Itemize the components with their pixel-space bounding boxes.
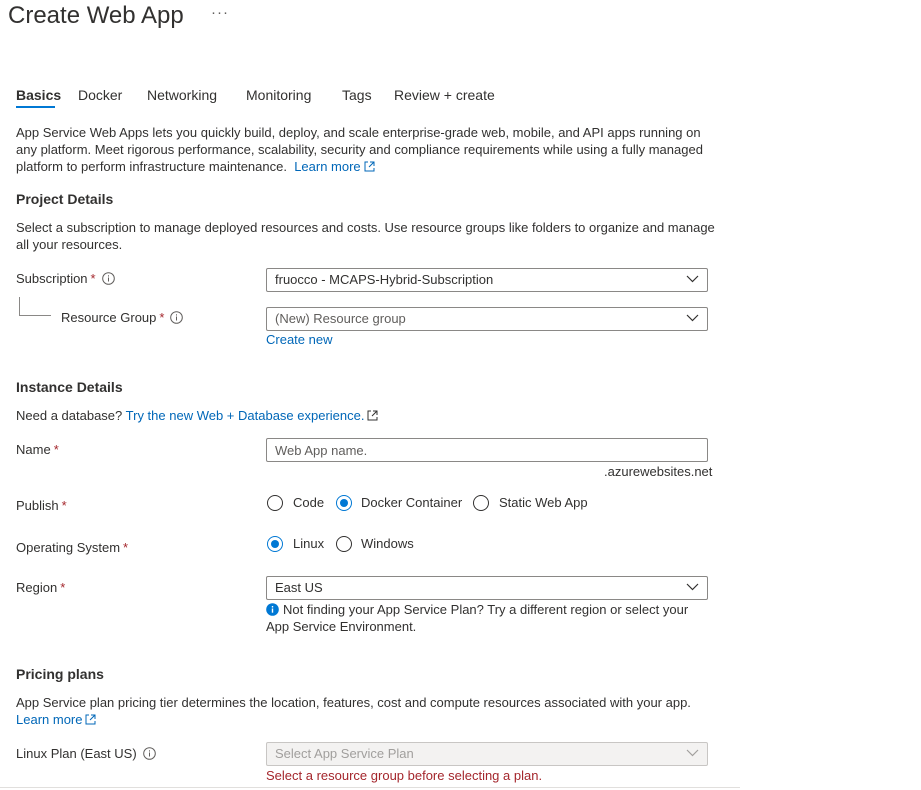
more-options-icon[interactable]: ···	[211, 4, 229, 21]
plan-error-message: Select a resource group before selecting…	[266, 768, 543, 783]
required-marker: *	[61, 498, 67, 513]
chevron-down-icon	[686, 314, 699, 322]
info-icon[interactable]	[170, 311, 184, 324]
publish-static-label[interactable]: Static Web App	[499, 495, 588, 510]
os-windows-label[interactable]: Windows	[361, 536, 414, 551]
region-info-text: Not finding your App Service Plan? Try a…	[266, 602, 689, 634]
region-value: East US	[275, 580, 323, 595]
required-marker: *	[123, 540, 129, 555]
required-marker: *	[90, 271, 96, 286]
subscription-value: fruocco - MCAPS-Hybrid-Subscription	[275, 272, 494, 287]
resource-group-dropdown[interactable]: (New) Resource group	[266, 307, 708, 331]
os-label-text: Operating System	[16, 540, 121, 555]
required-marker: *	[60, 580, 66, 595]
project-details-heading: Project Details	[16, 191, 114, 207]
info-filled-icon	[266, 603, 279, 616]
info-icon[interactable]	[101, 272, 115, 285]
tab-monitoring[interactable]: Monitoring	[246, 87, 311, 103]
tab-networking[interactable]: Networking	[147, 87, 217, 103]
region-label: Region *	[16, 580, 65, 595]
required-marker: *	[159, 310, 165, 325]
publish-docker-label[interactable]: Docker Container	[361, 495, 462, 510]
web-database-link[interactable]: Try the new Web + Database experience.	[126, 408, 379, 423]
resource-group-value: (New) Resource group	[275, 311, 406, 326]
pricing-learn-more-label: Learn more	[16, 712, 83, 727]
publish-static-radio[interactable]	[473, 495, 489, 511]
chevron-down-icon	[686, 749, 699, 757]
domain-suffix: .azurewebsites.net	[604, 464, 713, 479]
chevron-down-icon	[686, 583, 699, 591]
pricing-description-text: App Service plan pricing tier determines…	[16, 695, 691, 710]
create-new-resource-group-link[interactable]: Create new	[266, 332, 332, 347]
pricing-description: App Service plan pricing tier determines…	[16, 694, 716, 728]
tab-basics[interactable]: Basics	[16, 87, 61, 103]
info-icon[interactable]	[142, 747, 156, 760]
app-service-plan-value: Select App Service Plan	[275, 746, 414, 761]
os-windows-radio[interactable]	[336, 536, 352, 552]
bottom-divider	[0, 787, 740, 788]
resource-group-label: Resource Group *	[61, 310, 184, 325]
database-prompt-text: Need a database?	[16, 408, 123, 423]
name-label-text: Name	[16, 442, 51, 457]
chevron-down-icon	[686, 275, 699, 283]
active-tab-indicator	[16, 106, 55, 108]
page-title: Create Web App	[8, 2, 184, 29]
database-prompt: Need a database? Try the new Web + Datab…	[16, 407, 716, 424]
tab-tags[interactable]: Tags	[342, 87, 372, 103]
pricing-learn-more-link[interactable]: Learn more	[16, 712, 96, 727]
os-linux-radio[interactable]	[267, 536, 283, 552]
resource-group-label-text: Resource Group	[61, 310, 157, 325]
required-marker: *	[53, 442, 59, 457]
instance-details-heading: Instance Details	[16, 379, 123, 395]
external-link-icon	[364, 161, 375, 172]
external-link-icon	[85, 714, 96, 725]
subscription-label: Subscription *	[16, 271, 115, 286]
external-link-icon	[367, 410, 378, 421]
intro-learn-more-link[interactable]: Learn more	[294, 159, 375, 174]
linux-plan-label: Linux Plan (East US)	[16, 746, 156, 761]
os-label: Operating System *	[16, 540, 128, 555]
publish-code-label[interactable]: Code	[293, 495, 324, 510]
web-app-name-input[interactable]	[266, 438, 708, 462]
app-service-plan-dropdown[interactable]: Select App Service Plan	[266, 742, 708, 766]
linux-plan-label-text: Linux Plan (East US)	[16, 746, 137, 761]
intro-learn-more-label: Learn more	[294, 159, 361, 174]
name-label: Name *	[16, 442, 59, 457]
publish-label: Publish *	[16, 498, 67, 513]
region-info-note: Not finding your App Service Plan? Try a…	[266, 601, 706, 635]
subscription-dropdown[interactable]: fruocco - MCAPS-Hybrid-Subscription	[266, 268, 708, 292]
region-label-text: Region	[16, 580, 58, 595]
publish-docker-radio[interactable]	[336, 495, 352, 511]
tab-docker[interactable]: Docker	[78, 87, 122, 103]
project-details-description: Select a subscription to manage deployed…	[16, 220, 715, 252]
publish-code-radio[interactable]	[267, 495, 283, 511]
os-linux-label[interactable]: Linux	[293, 536, 324, 551]
pricing-plans-heading: Pricing plans	[16, 666, 104, 682]
subscription-label-text: Subscription	[16, 271, 88, 286]
tree-connector-horizontal	[19, 315, 51, 316]
intro-text: App Service Web Apps lets you quickly bu…	[16, 124, 716, 175]
tree-connector	[19, 297, 20, 315]
web-database-link-label: Try the new Web + Database experience.	[125, 408, 365, 423]
publish-label-text: Publish	[16, 498, 59, 513]
tab-review-create[interactable]: Review + create	[394, 87, 495, 103]
region-dropdown[interactable]: East US	[266, 576, 708, 600]
